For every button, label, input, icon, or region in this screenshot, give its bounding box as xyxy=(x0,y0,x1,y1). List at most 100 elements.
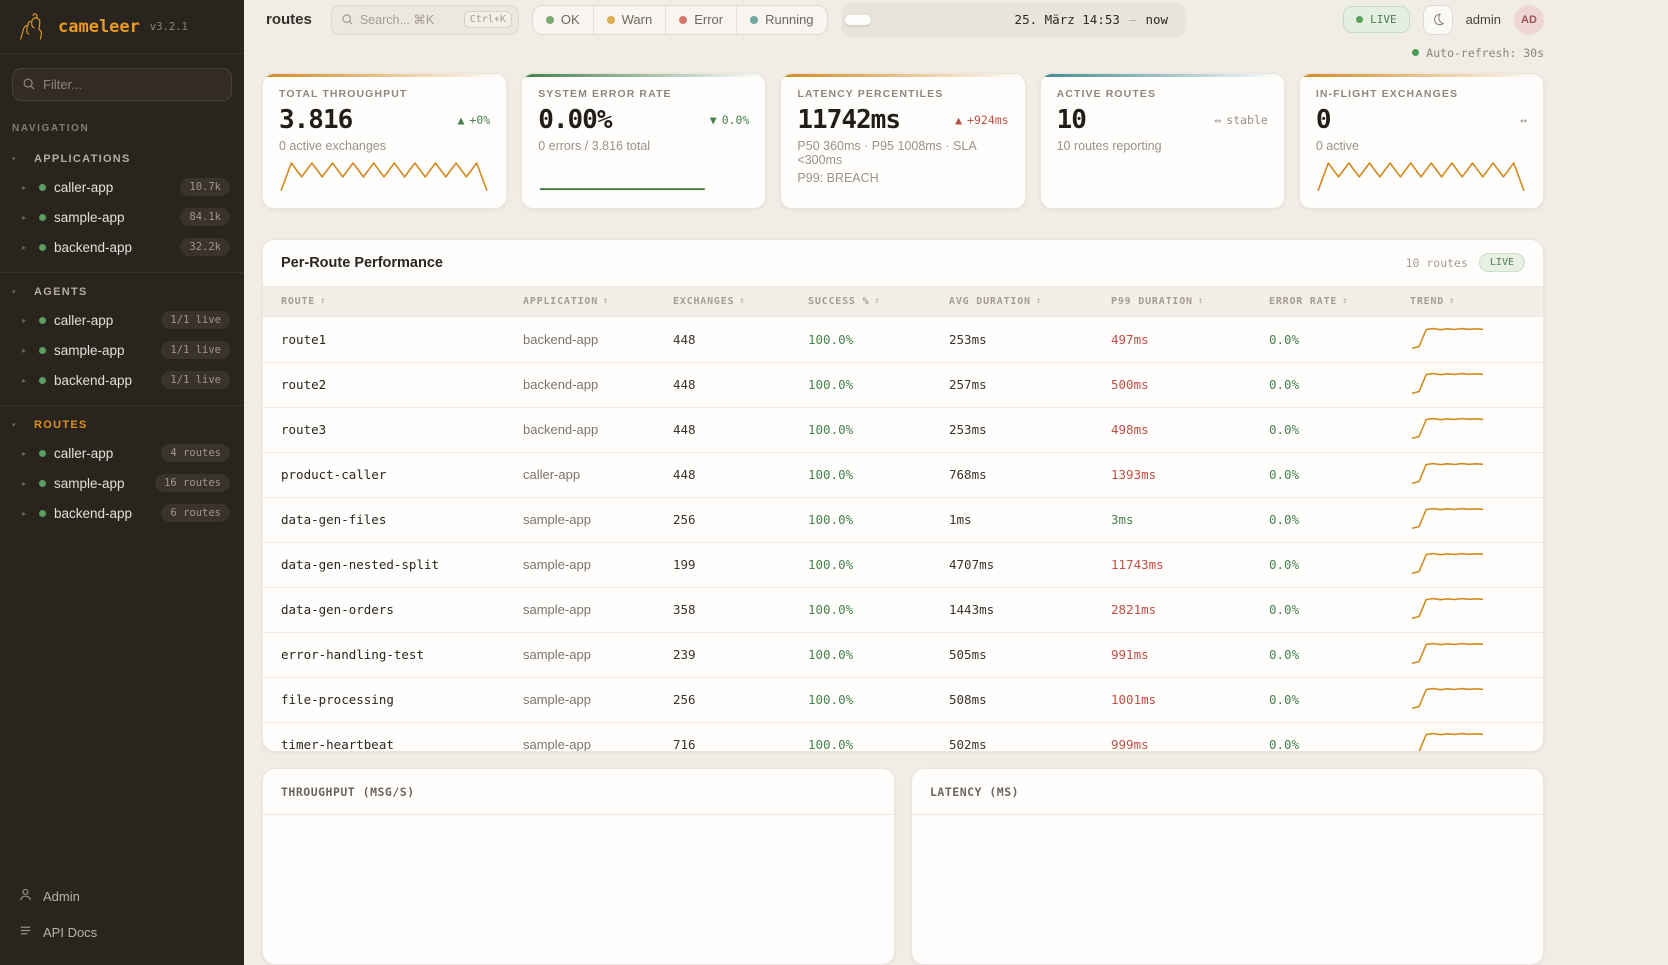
sidebar-section-header[interactable]: ▾ AGENTS xyxy=(0,279,244,305)
search-input[interactable] xyxy=(360,13,458,27)
sidebar-item[interactable]: ▸ sample-app 1/1 live xyxy=(0,335,244,365)
sidebar-section-header[interactable]: ▾ ROUTES xyxy=(0,412,244,438)
status-filter-button[interactable]: Error xyxy=(665,6,736,34)
app-name: cameleer xyxy=(58,17,140,37)
table-row[interactable]: route2 backend-app 448 100.0% 257ms 500m… xyxy=(263,362,1543,407)
sidebar-section: ▾ APPLICATIONS ▸ caller-app 10.7k ▸ samp… xyxy=(0,140,244,262)
sidebar-item-label: caller-app xyxy=(54,180,113,195)
live-toggle[interactable]: LIVE xyxy=(1343,6,1410,33)
table-row[interactable]: data-gen-orders sample-app 358 100.0% 14… xyxy=(263,587,1543,632)
sidebar-item[interactable]: ▸ backend-app 32.2k xyxy=(0,232,244,262)
cell-success-pct: 100.0% xyxy=(808,467,949,482)
sidebar-item[interactable]: ▸ sample-app 84.1k xyxy=(0,202,244,232)
caret-right-icon: ▸ xyxy=(22,346,31,355)
cell-error-rate: 0.0% xyxy=(1269,602,1410,617)
sidebar-item[interactable]: ▸ backend-app 1/1 live xyxy=(0,365,244,395)
sidebar-item-label: sample-app xyxy=(54,210,125,225)
theme-toggle-button[interactable] xyxy=(1423,5,1453,35)
caret-down-icon: ▾ xyxy=(12,421,22,429)
column-header[interactable]: P99 DURATION ↕ xyxy=(1111,296,1269,307)
table-row[interactable]: data-gen-nested-split sample-app 199 100… xyxy=(263,542,1543,587)
admin-icon xyxy=(18,887,33,902)
sidebar-item-badge: 1/1 live xyxy=(161,341,230,359)
sidebar-item-label: caller-app xyxy=(54,446,113,461)
cell-p99-duration: 3ms xyxy=(1111,512,1269,527)
cell-trend xyxy=(1410,639,1525,670)
table-row[interactable]: product-caller caller-app 448 100.0% 768… xyxy=(263,452,1543,497)
sidebar-item[interactable]: ▸ sample-app 16 routes xyxy=(0,468,244,498)
column-header[interactable]: ERROR RATE ↕ xyxy=(1269,296,1410,307)
sidebar-item[interactable]: ▸ backend-app 6 routes xyxy=(0,498,244,528)
kpi-delta-text: stable xyxy=(1226,113,1268,127)
cell-exchanges: 256 xyxy=(673,692,808,707)
kpi-sparkline xyxy=(538,159,748,195)
trend-sparkline xyxy=(1410,594,1485,622)
time-range-button[interactable] xyxy=(845,15,871,25)
column-header[interactable]: APPLICATION ↕ xyxy=(523,296,673,307)
cell-application: sample-app xyxy=(523,557,673,572)
cell-success-pct: 100.0% xyxy=(808,512,949,527)
table-row[interactable]: timer-heartbeat sample-app 716 100.0% 50… xyxy=(263,722,1543,753)
user-avatar[interactable]: AD xyxy=(1514,5,1544,35)
sidebar-item[interactable]: ▸ caller-app 1/1 live xyxy=(0,305,244,335)
time-range-button[interactable] xyxy=(923,15,949,25)
sidebar-item[interactable]: ▸ caller-app 10.7k xyxy=(0,172,244,202)
column-header[interactable]: SUCCESS % ↕ xyxy=(808,296,949,307)
sidebar-section-header[interactable]: ▾ APPLICATIONS xyxy=(0,146,244,172)
cell-avg-duration: 1ms xyxy=(949,512,1111,527)
bottom-charts-row: THROUGHPUT (MSG/S) LATENCY (MS) xyxy=(262,768,1544,965)
column-header[interactable]: AVG DURATION ↕ xyxy=(949,296,1111,307)
kpi-card-row: TOTAL THROUGHPUT 3.816 ▲ +0% 0 active ex… xyxy=(262,73,1544,209)
sidebar-footer-item[interactable]: Admin xyxy=(14,881,230,911)
search-box[interactable]: Ctrl+K xyxy=(331,5,519,35)
table-row[interactable]: file-processing sample-app 256 100.0% 50… xyxy=(263,677,1543,722)
kpi-accent-strip xyxy=(522,74,765,77)
kpi-label: ACTIVE ROUTES xyxy=(1057,88,1268,100)
column-header[interactable]: ROUTE ↕ xyxy=(281,296,523,307)
sidebar-section-label: APPLICATIONS xyxy=(34,153,131,165)
status-filter-button[interactable]: Running xyxy=(736,6,826,34)
cell-p99-duration: 497ms xyxy=(1111,332,1269,347)
time-range-button[interactable] xyxy=(871,15,897,25)
moon-icon xyxy=(1430,12,1445,27)
table-row[interactable]: route1 backend-app 448 100.0% 253ms 497m… xyxy=(263,317,1543,362)
cell-exchanges: 358 xyxy=(673,602,808,617)
status-dot-icon xyxy=(39,510,46,517)
table-body: route1 backend-app 448 100.0% 253ms 497m… xyxy=(263,317,1543,753)
sidebar-item-label: sample-app xyxy=(54,343,125,358)
status-filter-label: OK xyxy=(561,12,580,27)
time-range-button[interactable] xyxy=(949,15,975,25)
cell-error-rate: 0.0% xyxy=(1269,332,1410,347)
cell-success-pct: 100.0% xyxy=(808,647,949,662)
sidebar-footer-item[interactable]: API Docs xyxy=(14,917,230,947)
table-header-row: ROUTE ↕ APPLICATION ↕ EXCHANGES ↕ SUCCES… xyxy=(263,287,1543,317)
cell-success-pct: 100.0% xyxy=(808,422,949,437)
column-header[interactable]: EXCHANGES ↕ xyxy=(673,296,808,307)
sidebar-footer-label: Admin xyxy=(43,889,80,904)
table-row[interactable]: error-handling-test sample-app 239 100.0… xyxy=(263,632,1543,677)
status-filter-button[interactable]: OK xyxy=(533,6,593,34)
camel-logo-icon xyxy=(12,8,50,46)
sidebar-item[interactable]: ▸ caller-app 4 routes xyxy=(0,438,244,468)
cell-p99-duration: 1393ms xyxy=(1111,467,1269,482)
caret-right-icon: ▸ xyxy=(22,213,31,222)
kpi-label: LATENCY PERCENTILES xyxy=(797,88,1008,100)
trend-sparkline xyxy=(1410,639,1485,667)
sidebar-item-label: backend-app xyxy=(54,506,132,521)
cell-p99-duration: 11743ms xyxy=(1111,557,1269,572)
caret-right-icon: ▸ xyxy=(22,316,31,325)
column-header[interactable]: TREND ↕ xyxy=(1410,296,1525,307)
cell-p99-duration: 2821ms xyxy=(1111,602,1269,617)
table-row[interactable]: route3 backend-app 448 100.0% 253ms 498m… xyxy=(263,407,1543,452)
status-filter-button[interactable]: Warn xyxy=(593,6,666,34)
time-range-button[interactable] xyxy=(975,15,1001,25)
kpi-delta: ↔ xyxy=(1520,113,1527,127)
status-dot-icon xyxy=(679,16,687,24)
date-range-display[interactable]: 25. März 14:53 — now xyxy=(1001,12,1182,27)
filter-input[interactable] xyxy=(12,68,232,101)
cell-exchanges: 448 xyxy=(673,422,808,437)
kpi-subtext: 0 active exchanges xyxy=(279,139,490,153)
table-row[interactable]: data-gen-files sample-app 256 100.0% 1ms… xyxy=(263,497,1543,542)
kpi-sparkline xyxy=(1316,159,1526,195)
time-range-button[interactable] xyxy=(897,15,923,25)
